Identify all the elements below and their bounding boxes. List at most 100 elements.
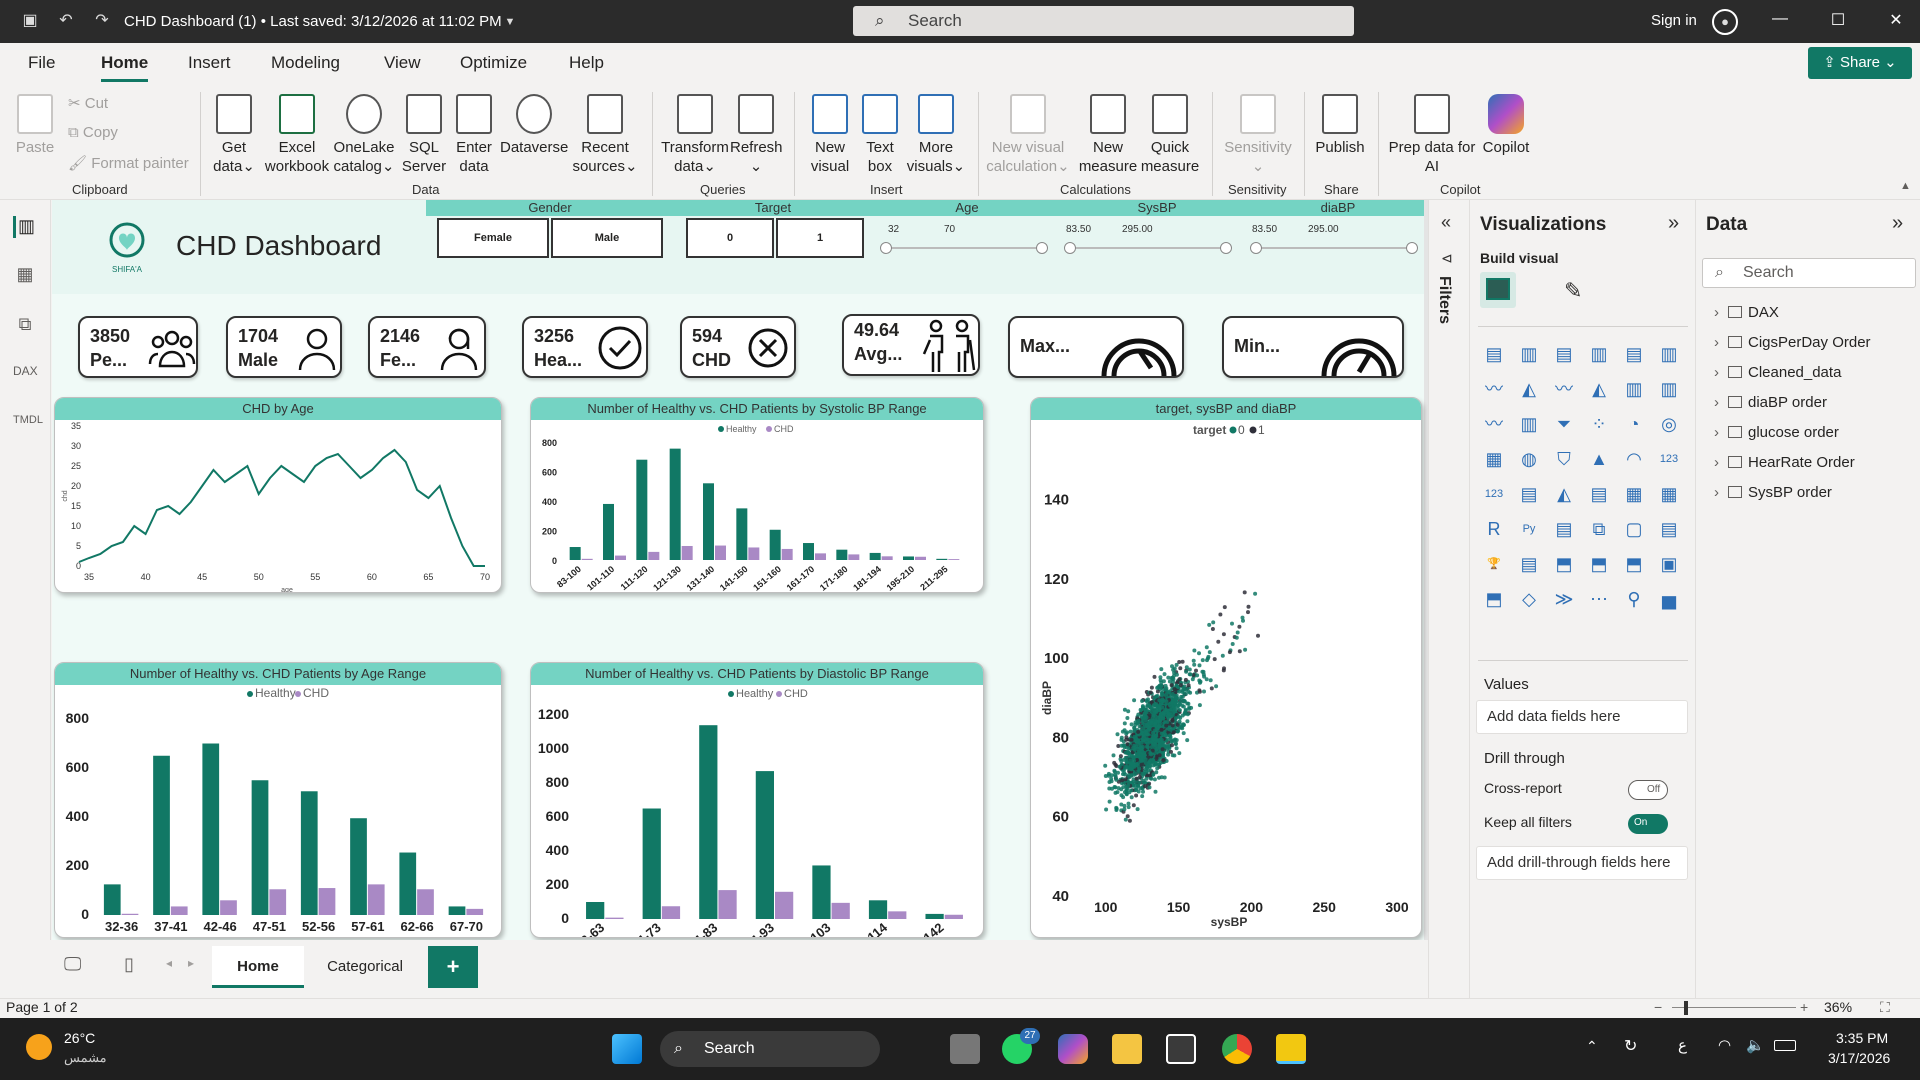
page-tab-home[interactable]: Home [212, 946, 304, 988]
visual-type-icon[interactable]: ▤ [1552, 517, 1576, 541]
keyboard-language[interactable]: ع [1678, 1036, 1687, 1054]
sysbp-min-handle[interactable] [1064, 242, 1076, 254]
age-max-handle[interactable] [1036, 242, 1048, 254]
visual-type-icon[interactable]: ◍ [1517, 447, 1541, 471]
microsoft-store-icon[interactable] [1166, 1034, 1196, 1064]
data-table-item[interactable]: › glucose order [1714, 424, 1839, 441]
target-option-0[interactable]: 0 [686, 218, 774, 258]
redo-icon[interactable]: ↷ [92, 11, 112, 31]
dataverse-button[interactable]: Dataverse [500, 94, 568, 157]
data-table-item[interactable]: › CigsPerDay Order [1714, 334, 1871, 351]
quick-measure-button[interactable]: Quick measure [1140, 94, 1200, 176]
visual-type-icon[interactable]: 123 [1482, 482, 1506, 506]
get-data-button[interactable]: Get data⌄ [206, 94, 262, 176]
kpi-chd[interactable]: 594 CHD [680, 316, 796, 378]
sysbp-max-handle[interactable] [1220, 242, 1232, 254]
visual-type-icon[interactable]: ▦ [1622, 482, 1646, 506]
age-min-handle[interactable] [880, 242, 892, 254]
build-visual-tab[interactable] [1480, 272, 1516, 308]
power-bi-icon[interactable] [1276, 1034, 1306, 1064]
taskbar-search[interactable]: ⌕ Search [660, 1031, 880, 1067]
data-table-item[interactable]: › diaBP order [1714, 394, 1827, 411]
volume-icon[interactable]: 🔈 [1746, 1036, 1765, 1054]
kpi-healthy[interactable]: 3256 Hea... [522, 316, 648, 378]
visual-type-icon[interactable]: ⋯ [1587, 587, 1611, 611]
share-button[interactable]: ⇪ Share ⌄ [1808, 47, 1912, 79]
dax-query-view-icon[interactable]: DAX [13, 364, 38, 386]
visual-type-icon[interactable]: 〰 [1482, 412, 1506, 436]
chd-by-age-card[interactable]: CHD by Age 0 5 10 15 20 25 30 35 35 40 45 50 55 60 65 7… [54, 397, 502, 593]
cut-button[interactable]: ✂ Cut [68, 94, 108, 112]
battery-icon[interactable] [1774, 1040, 1796, 1051]
recent-sources-button[interactable]: Recent sources⌄ [570, 94, 640, 176]
zoom-slider-thumb[interactable] [1684, 1001, 1688, 1015]
sign-in-link[interactable]: Sign in [1651, 12, 1697, 29]
clock-time[interactable]: 3:35 PM [1836, 1030, 1888, 1046]
visual-type-icon[interactable]: ▤ [1517, 552, 1541, 576]
gender-option-male[interactable]: Male [551, 218, 663, 258]
search-input[interactable]: ⌕ Search [853, 6, 1354, 36]
visual-type-icon[interactable]: ▤ [1622, 342, 1646, 366]
page-tab-categorical[interactable]: Categorical [310, 946, 420, 988]
undo-icon[interactable]: ↶ [56, 11, 76, 31]
task-view-icon[interactable] [950, 1034, 980, 1064]
menu-modeling[interactable]: Modeling [271, 53, 340, 73]
zoom-in-icon[interactable]: + [1800, 999, 1808, 1015]
windows-start-icon[interactable] [612, 1034, 642, 1064]
new-measure-button[interactable]: New measure [1078, 94, 1138, 176]
visual-type-icon[interactable]: ▥ [1517, 412, 1541, 436]
fit-to-page-icon[interactable]: ⛶ [1880, 999, 1890, 1016]
wifi-icon[interactable]: ◠ [1718, 1036, 1731, 1054]
collapse-ribbon-icon[interactable]: ▲ [1900, 180, 1911, 192]
close-icon[interactable]: ✕ [1884, 10, 1908, 30]
minimize-icon[interactable]: — [1768, 10, 1792, 28]
format-visual-icon[interactable]: ✎ [1564, 278, 1582, 304]
more-visuals-button[interactable]: More visuals⌄ [906, 94, 966, 176]
report-view-icon[interactable]: ▥ [13, 216, 37, 238]
publish-button[interactable]: Publish [1312, 94, 1368, 157]
table-view-icon[interactable]: ▦ [13, 264, 37, 286]
visual-type-icon[interactable]: ▦ [1657, 482, 1681, 506]
visual-type-icon[interactable]: ▥ [1587, 342, 1611, 366]
chrome-icon[interactable] [1222, 1034, 1252, 1064]
sysbp-range-card[interactable]: Number of Healthy vs. CHD Patients by Sy… [530, 397, 984, 593]
menu-insert[interactable]: Insert [188, 53, 231, 73]
visual-type-icon[interactable]: ⧉ [1587, 517, 1611, 541]
visual-type-icon[interactable]: ◭ [1587, 377, 1611, 401]
weather-sun-icon[interactable] [26, 1034, 52, 1060]
visual-type-icon[interactable]: 〰 [1482, 377, 1506, 401]
menu-view[interactable]: View [384, 53, 421, 73]
kpi-female[interactable]: 2146 Fe... [368, 316, 486, 378]
save-icon[interactable]: ▣ [20, 11, 40, 31]
visual-type-icon[interactable]: ⬒ [1482, 587, 1506, 611]
kpi-max[interactable]: ... Max... [1008, 316, 1184, 378]
visual-type-icon[interactable]: ▤ [1587, 482, 1611, 506]
copilot-button[interactable]: Copilot [1478, 94, 1534, 157]
model-view-icon[interactable]: ⧉ [13, 314, 37, 336]
diabp-range-card[interactable]: Number of Healthy vs. CHD Patients by Di… [530, 662, 984, 938]
copy-button[interactable]: ⧉ Copy [68, 124, 118, 141]
visual-type-icon[interactable]: ▤ [1657, 517, 1681, 541]
visual-type-icon[interactable]: ▲ [1587, 447, 1611, 471]
menu-optimize[interactable]: Optimize [460, 53, 527, 73]
tray-chevron-up-icon[interactable]: ⌃ [1586, 1038, 1598, 1055]
kpi-total-patients[interactable]: 3850 Pe... [78, 316, 198, 378]
visual-type-icon[interactable]: ≫ [1552, 587, 1576, 611]
format-painter-button[interactable]: 🖌 Format painter [68, 154, 189, 172]
data-table-item[interactable]: › HearRate Order [1714, 454, 1855, 471]
visual-type-icon[interactable]: ⬒ [1552, 552, 1576, 576]
visual-type-icon[interactable]: 123 [1657, 447, 1681, 471]
add-page-button[interactable]: + [428, 946, 478, 988]
zoom-slider-track[interactable] [1672, 1007, 1796, 1008]
zoom-out-icon[interactable]: − [1654, 999, 1662, 1015]
collapse-data-icon[interactable]: » [1892, 212, 1903, 235]
visual-type-icon[interactable]: ⚲ [1622, 587, 1646, 611]
menu-help[interactable]: Help [569, 53, 604, 73]
values-drop-well[interactable]: Add data fields here [1476, 700, 1688, 734]
paste-button[interactable]: Paste [12, 94, 58, 157]
data-table-item[interactable]: › Cleaned_data [1714, 364, 1841, 381]
visual-type-icon[interactable]: ▤ [1552, 342, 1576, 366]
visual-type-icon[interactable]: ◔ [1622, 412, 1646, 436]
previous-page-icon[interactable]: ◂ [166, 956, 172, 970]
visual-type-icon[interactable]: ▥ [1517, 342, 1541, 366]
